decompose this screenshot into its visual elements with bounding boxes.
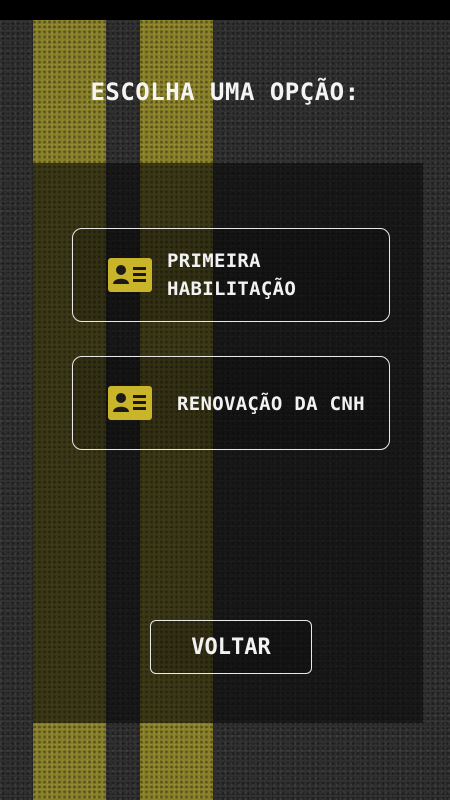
first-license-label-line2: HABILITAÇÃO bbox=[167, 278, 297, 300]
id-card-icon bbox=[108, 258, 152, 292]
first-license-label: PRIMEIRA HABILITAÇÃO bbox=[167, 247, 377, 303]
id-card-icon bbox=[108, 386, 152, 420]
back-button[interactable]: VOLTAR bbox=[150, 620, 312, 674]
back-button-label: VOLTAR bbox=[191, 634, 271, 660]
first-license-label-line1: PRIMEIRA bbox=[167, 250, 261, 272]
page-title: ESCOLHA UMA OPÇÃO: bbox=[90, 78, 360, 106]
cnh-renewal-label: RENOVAÇÃO DA CNH bbox=[177, 393, 365, 415]
cnh-renewal-button[interactable]: RENOVAÇÃO DA CNH bbox=[72, 356, 390, 450]
status-bar bbox=[0, 0, 450, 20]
first-license-button[interactable]: PRIMEIRA HABILITAÇÃO bbox=[72, 228, 390, 322]
